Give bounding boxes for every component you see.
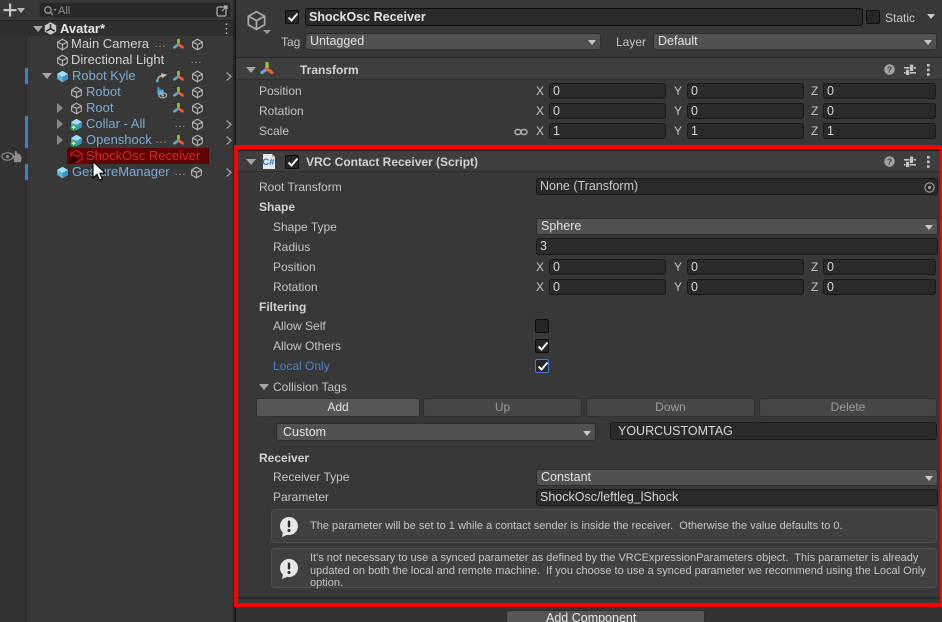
svg-text:?: ? bbox=[887, 64, 892, 74]
